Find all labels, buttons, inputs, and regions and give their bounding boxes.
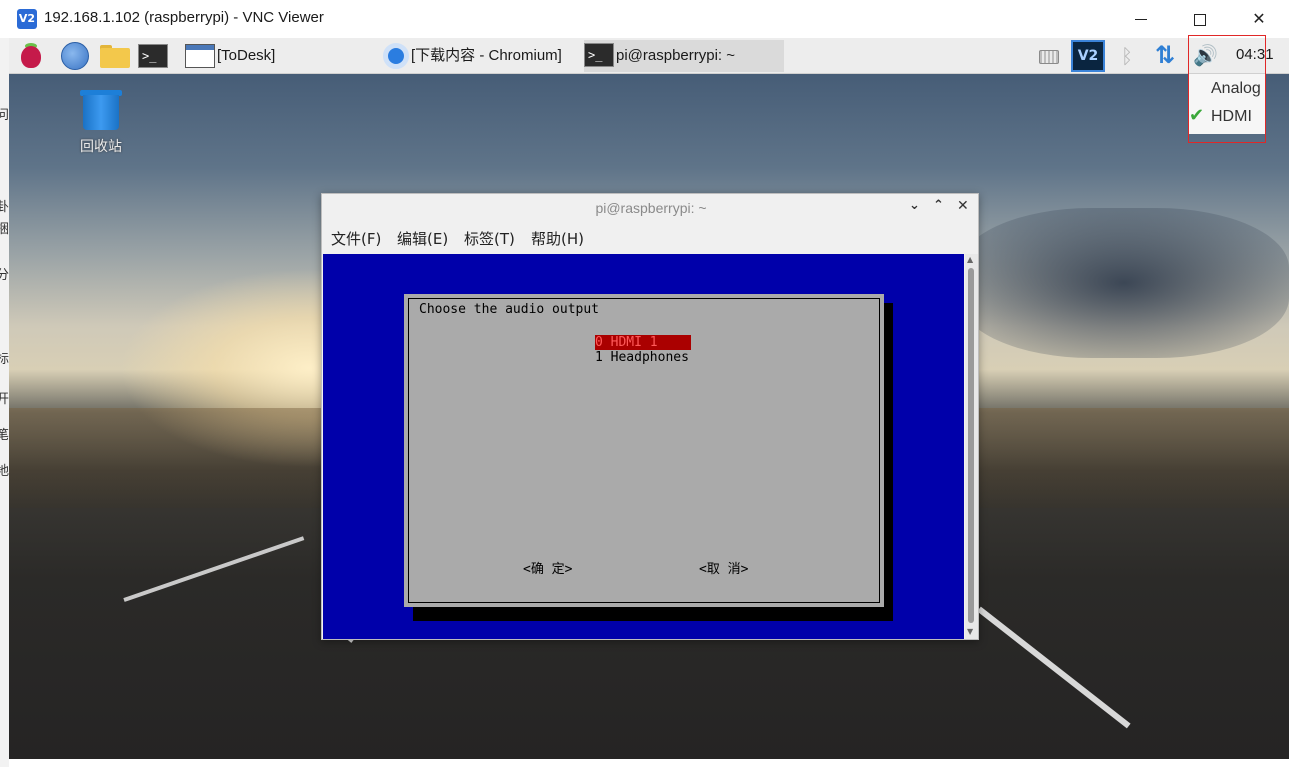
scrollbar-thumb[interactable] — [968, 268, 974, 623]
menu-edit[interactable]: 编辑(E) — [397, 228, 448, 249]
vnc-title-bar: V2 192.168.1.102 (raspberrypi) - VNC Vie… — [0, 0, 1298, 38]
close-icon: ✕ — [957, 198, 969, 214]
dialog-title: Choose the audio output — [419, 302, 600, 317]
audio-output-menu: Analog ✔ HDMI — [1189, 74, 1266, 134]
minimize-button[interactable] — [1118, 4, 1164, 34]
sliver-char: 标 — [0, 352, 9, 367]
sliver-char: 问 — [0, 108, 9, 123]
checkmark-icon: ✔ — [1189, 105, 1205, 126]
wallpaper-road-line — [123, 536, 305, 602]
audio-option-analog[interactable]: Analog — [1211, 80, 1261, 98]
minimize-icon — [1135, 18, 1147, 21]
sliver-char: 开 — [0, 392, 9, 407]
sliver-char: 笔 — [0, 428, 9, 443]
close-icon: ✕ — [1252, 9, 1266, 28]
volume-icon[interactable]: 🔊 — [1193, 43, 1218, 67]
vnc-viewer-logo-icon: V2 — [17, 9, 37, 29]
background-app-sliver: 问 卦 捆 分 标 开 笔 地 — [0, 38, 9, 767]
window-title: 192.168.1.102 (raspberrypi) - VNC Viewer — [44, 9, 324, 26]
file-manager-icon[interactable] — [99, 42, 130, 70]
vnc-server-tray-icon[interactable]: V2 — [1071, 40, 1105, 72]
maximize-icon — [1194, 13, 1206, 26]
wallpaper-road-line — [977, 606, 1131, 729]
clock: 04:31 — [1236, 46, 1274, 63]
keyboard-icon[interactable] — [1039, 50, 1059, 64]
taskbar-item-chromium[interactable]: [下载内容 - Chromium] — [383, 40, 579, 72]
trash-desktop-icon[interactable]: 回收站 — [75, 90, 127, 160]
window-icon — [185, 44, 215, 69]
menu-help[interactable]: 帮助(H) — [531, 228, 584, 249]
trash-label: 回收站 — [80, 139, 122, 155]
taskbar: >_ [ToDesk] [下载内容 - Chromium] >_ pi@raspb… — [9, 38, 1289, 74]
ok-button[interactable]: <确 定> — [523, 558, 572, 577]
raspberry-menu-icon[interactable] — [16, 42, 46, 70]
sliver-char: 地 — [0, 464, 9, 479]
chevron-down-icon: ⌄ — [909, 198, 920, 213]
terminal-title: pi@raspberrypi: ~ — [595, 200, 707, 216]
terminal-launcher-icon[interactable]: >_ — [138, 44, 168, 68]
taskbar-item-label: pi@raspberrypi: ~ — [616, 47, 736, 64]
taskbar-item-todesk[interactable]: [ToDesk] — [185, 40, 375, 72]
audio-output-dialog: Choose the audio output 0 HDMI 1 1 Headp… — [404, 294, 884, 607]
scroll-down-icon[interactable]: ▼ — [967, 627, 973, 636]
terminal-maximize-button[interactable]: ⌃ — [933, 198, 944, 213]
scroll-up-icon[interactable]: ▲ — [967, 255, 973, 264]
terminal-icon: >_ — [584, 43, 614, 68]
menu-file[interactable]: 文件(F) — [331, 228, 381, 249]
chevron-up-icon: ⌃ — [933, 198, 944, 213]
cancel-button[interactable]: <取 消> — [699, 558, 748, 577]
dialog-option-hdmi[interactable]: 0 HDMI 1 — [595, 335, 691, 350]
menu-tabs[interactable]: 标签(T) — [464, 228, 515, 249]
sliver-char: 捆 — [0, 222, 9, 237]
taskbar-item-label: [下载内容 - Chromium] — [411, 47, 562, 64]
terminal-scrollbar[interactable]: ▲ ▼ — [965, 254, 978, 639]
dialog-option-headphones[interactable]: 1 Headphones — [595, 350, 691, 365]
taskbar-item-terminal[interactable]: >_ pi@raspberrypi: ~ — [584, 40, 784, 72]
trash-icon — [80, 90, 122, 130]
chromium-icon — [383, 43, 409, 70]
terminal-window: pi@raspberrypi: ~ ⌄ ⌃ ✕ 文件(F) 编辑(E) 标签(T… — [321, 193, 979, 640]
terminal-screen[interactable]: Choose the audio output 0 HDMI 1 1 Headp… — [323, 254, 964, 639]
network-icon[interactable]: ⇅ — [1155, 41, 1175, 69]
maximize-button[interactable] — [1177, 4, 1223, 34]
close-button[interactable]: ✕ — [1236, 4, 1282, 34]
audio-option-hdmi[interactable]: HDMI — [1211, 108, 1252, 126]
taskbar-item-label: [ToDesk] — [217, 47, 276, 64]
terminal-minimize-button[interactable]: ⌄ — [909, 198, 920, 213]
sliver-char: 卦 — [0, 200, 9, 215]
terminal-close-button[interactable]: ✕ — [957, 198, 969, 214]
sliver-char: 分 — [0, 268, 9, 283]
web-browser-icon[interactable] — [60, 42, 90, 70]
wallpaper-clouds — [959, 208, 1289, 358]
bluetooth-icon[interactable]: ᛒ — [1121, 44, 1133, 68]
